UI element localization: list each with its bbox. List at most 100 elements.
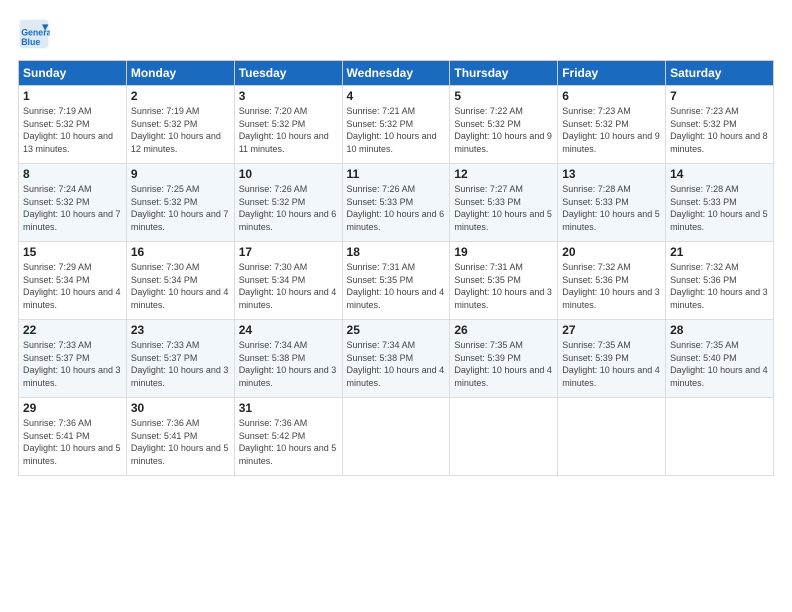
calendar-header-row: SundayMondayTuesdayWednesdayThursdayFrid… <box>19 61 774 86</box>
calendar-cell: 8 Sunrise: 7:24 AMSunset: 5:32 PMDaylight… <box>19 164 127 242</box>
day-number: 6 <box>562 89 661 103</box>
calendar-cell: 20 Sunrise: 7:32 AMSunset: 5:36 PMDayligh… <box>558 242 666 320</box>
svg-text:Blue: Blue <box>21 37 40 47</box>
day-info: Sunrise: 7:19 AMSunset: 5:32 PMDaylight:… <box>23 105 122 155</box>
day-info: Sunrise: 7:28 AMSunset: 5:33 PMDaylight:… <box>670 183 769 233</box>
day-number: 2 <box>131 89 230 103</box>
calendar-cell: 11 Sunrise: 7:26 AMSunset: 5:33 PMDayligh… <box>342 164 450 242</box>
calendar-cell <box>666 398 774 476</box>
day-number: 20 <box>562 245 661 259</box>
day-info: Sunrise: 7:36 AMSunset: 5:42 PMDaylight:… <box>239 417 338 467</box>
calendar-cell: 1 Sunrise: 7:19 AMSunset: 5:32 PMDaylight… <box>19 86 127 164</box>
calendar-cell: 15 Sunrise: 7:29 AMSunset: 5:34 PMDayligh… <box>19 242 127 320</box>
day-info: Sunrise: 7:32 AMSunset: 5:36 PMDaylight:… <box>562 261 661 311</box>
day-info: Sunrise: 7:25 AMSunset: 5:32 PMDaylight:… <box>131 183 230 233</box>
calendar-cell: 30Sunrise: 7:36 AMSunset: 5:41 PMDayligh… <box>126 398 234 476</box>
day-info: Sunrise: 7:36 AMSunset: 5:41 PMDaylight:… <box>23 417 122 467</box>
day-info: Sunrise: 7:31 AMSunset: 5:35 PMDaylight:… <box>454 261 553 311</box>
calendar-cell: 19Sunrise: 7:31 AMSunset: 5:35 PMDayligh… <box>450 242 558 320</box>
day-info: Sunrise: 7:35 AMSunset: 5:40 PMDaylight:… <box>670 339 769 389</box>
calendar-cell: 10Sunrise: 7:26 AMSunset: 5:32 PMDayligh… <box>234 164 342 242</box>
day-number: 1 <box>23 89 122 103</box>
calendar-week-5: 29 Sunrise: 7:36 AMSunset: 5:41 PMDayligh… <box>19 398 774 476</box>
calendar-cell: 9Sunrise: 7:25 AMSunset: 5:32 PMDaylight… <box>126 164 234 242</box>
day-number: 7 <box>670 89 769 103</box>
calendar-cell: 28 Sunrise: 7:35 AMSunset: 5:40 PMDayligh… <box>666 320 774 398</box>
day-info: Sunrise: 7:24 AMSunset: 5:32 PMDaylight:… <box>23 183 122 233</box>
day-number: 26 <box>454 323 553 337</box>
day-info: Sunrise: 7:30 AMSunset: 5:34 PMDaylight:… <box>131 261 230 311</box>
day-number: 27 <box>562 323 661 337</box>
column-header-sunday: Sunday <box>19 61 127 86</box>
day-info: Sunrise: 7:35 AMSunset: 5:39 PMDaylight:… <box>454 339 553 389</box>
day-info: Sunrise: 7:22 AMSunset: 5:32 PMDaylight:… <box>454 105 553 155</box>
calendar-cell: 24 Sunrise: 7:34 AMSunset: 5:38 PMDayligh… <box>234 320 342 398</box>
day-info: Sunrise: 7:32 AMSunset: 5:36 PMDaylight:… <box>670 261 769 311</box>
calendar-cell: 14 Sunrise: 7:28 AMSunset: 5:33 PMDayligh… <box>666 164 774 242</box>
day-number: 29 <box>23 401 122 415</box>
calendar-body: 1 Sunrise: 7:19 AMSunset: 5:32 PMDaylight… <box>19 86 774 476</box>
day-number: 25 <box>347 323 446 337</box>
day-number: 24 <box>239 323 338 337</box>
day-number: 18 <box>347 245 446 259</box>
calendar-week-3: 15 Sunrise: 7:29 AMSunset: 5:34 PMDayligh… <box>19 242 774 320</box>
day-info: Sunrise: 7:30 AMSunset: 5:34 PMDaylight:… <box>239 261 338 311</box>
calendar-cell: 17 Sunrise: 7:30 AMSunset: 5:34 PMDayligh… <box>234 242 342 320</box>
calendar-cell: 12 Sunrise: 7:27 AMSunset: 5:33 PMDayligh… <box>450 164 558 242</box>
day-info: Sunrise: 7:27 AMSunset: 5:33 PMDaylight:… <box>454 183 553 233</box>
logo: General Blue <box>18 18 56 50</box>
calendar-week-4: 22 Sunrise: 7:33 AMSunset: 5:37 PMDayligh… <box>19 320 774 398</box>
day-number: 11 <box>347 167 446 181</box>
calendar-cell <box>558 398 666 476</box>
calendar-week-1: 1 Sunrise: 7:19 AMSunset: 5:32 PMDaylight… <box>19 86 774 164</box>
calendar-table: SundayMondayTuesdayWednesdayThursdayFrid… <box>18 60 774 476</box>
day-number: 17 <box>239 245 338 259</box>
calendar-cell: 26 Sunrise: 7:35 AMSunset: 5:39 PMDayligh… <box>450 320 558 398</box>
calendar-header: General Blue <box>18 18 774 50</box>
column-header-monday: Monday <box>126 61 234 86</box>
day-number: 5 <box>454 89 553 103</box>
day-number: 12 <box>454 167 553 181</box>
calendar-cell: 6 Sunrise: 7:23 AMSunset: 5:32 PMDaylight… <box>558 86 666 164</box>
day-number: 8 <box>23 167 122 181</box>
calendar-cell: 4Sunrise: 7:21 AMSunset: 5:32 PMDaylight… <box>342 86 450 164</box>
column-header-friday: Friday <box>558 61 666 86</box>
calendar-cell: 5 Sunrise: 7:22 AMSunset: 5:32 PMDaylight… <box>450 86 558 164</box>
calendar-cell: 25 Sunrise: 7:34 AMSunset: 5:38 PMDayligh… <box>342 320 450 398</box>
calendar-week-2: 8 Sunrise: 7:24 AMSunset: 5:32 PMDaylight… <box>19 164 774 242</box>
calendar-container: General Blue SundayMondayTuesdayWednesda… <box>0 0 792 486</box>
day-number: 13 <box>562 167 661 181</box>
column-header-saturday: Saturday <box>666 61 774 86</box>
logo-icon: General Blue <box>18 18 50 50</box>
day-info: Sunrise: 7:23 AMSunset: 5:32 PMDaylight:… <box>562 105 661 155</box>
day-number: 4 <box>347 89 446 103</box>
day-info: Sunrise: 7:20 AMSunset: 5:32 PMDaylight:… <box>239 105 338 155</box>
day-number: 14 <box>670 167 769 181</box>
day-info: Sunrise: 7:36 AMSunset: 5:41 PMDaylight:… <box>131 417 230 467</box>
day-info: Sunrise: 7:29 AMSunset: 5:34 PMDaylight:… <box>23 261 122 311</box>
column-header-tuesday: Tuesday <box>234 61 342 86</box>
day-number: 3 <box>239 89 338 103</box>
day-number: 23 <box>131 323 230 337</box>
calendar-cell: 31 Sunrise: 7:36 AMSunset: 5:42 PMDayligh… <box>234 398 342 476</box>
day-number: 15 <box>23 245 122 259</box>
day-info: Sunrise: 7:33 AMSunset: 5:37 PMDaylight:… <box>131 339 230 389</box>
day-info: Sunrise: 7:26 AMSunset: 5:33 PMDaylight:… <box>347 183 446 233</box>
day-info: Sunrise: 7:33 AMSunset: 5:37 PMDaylight:… <box>23 339 122 389</box>
day-info: Sunrise: 7:19 AMSunset: 5:32 PMDaylight:… <box>131 105 230 155</box>
calendar-cell: 16 Sunrise: 7:30 AMSunset: 5:34 PMDayligh… <box>126 242 234 320</box>
column-header-thursday: Thursday <box>450 61 558 86</box>
calendar-cell <box>342 398 450 476</box>
calendar-cell: 21Sunrise: 7:32 AMSunset: 5:36 PMDayligh… <box>666 242 774 320</box>
day-info: Sunrise: 7:28 AMSunset: 5:33 PMDaylight:… <box>562 183 661 233</box>
day-number: 31 <box>239 401 338 415</box>
day-number: 22 <box>23 323 122 337</box>
day-number: 10 <box>239 167 338 181</box>
calendar-cell: 23 Sunrise: 7:33 AMSunset: 5:37 PMDayligh… <box>126 320 234 398</box>
day-number: 28 <box>670 323 769 337</box>
day-number: 16 <box>131 245 230 259</box>
day-info: Sunrise: 7:34 AMSunset: 5:38 PMDaylight:… <box>239 339 338 389</box>
day-info: Sunrise: 7:34 AMSunset: 5:38 PMDaylight:… <box>347 339 446 389</box>
calendar-cell <box>450 398 558 476</box>
calendar-cell: 27Sunrise: 7:35 AMSunset: 5:39 PMDayligh… <box>558 320 666 398</box>
